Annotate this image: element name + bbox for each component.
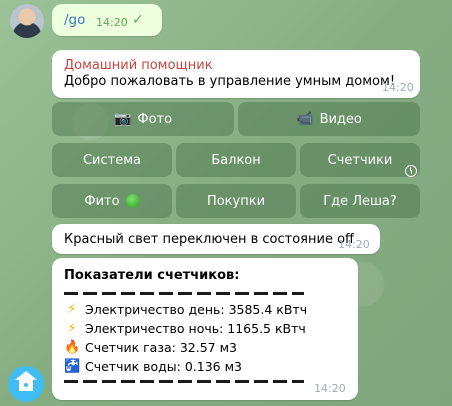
button-label: Балкон [211, 152, 261, 168]
sender-name[interactable]: Домашний помощник [64, 58, 213, 73]
faucet-icon: 🚰 [64, 359, 81, 374]
lightning-icon: ⚡ [67, 302, 77, 317]
check-icon: ✓ [132, 12, 144, 28]
message-time: 14:20 [314, 382, 346, 395]
message-text: Добро пожаловать в управление умным домо… [64, 74, 396, 89]
fire-icon: 🔥 [64, 340, 81, 355]
divider [64, 380, 304, 383]
where-is-lesha-button[interactable]: Где Леша? [300, 184, 420, 218]
camera-icon: 📷 [113, 111, 132, 127]
button-label: Счетчики [327, 152, 393, 168]
meter-line: ⚡ Электричество ночь: 1165.5 кВтч [64, 321, 306, 336]
meter-text: Электричество ночь: 1165.5 кВтч [85, 321, 306, 336]
button-label: Система [82, 152, 142, 168]
phyto-button[interactable]: Фито [52, 184, 172, 218]
meter-line: 🚰 Счетчик воды: 0.136 м3 [64, 359, 242, 374]
video-camera-icon: 📹 [296, 111, 314, 127]
light-status-message[interactable]: Красный свет переключен в состояние off … [52, 224, 380, 254]
message-text: Красный свет переключен в состояние off [64, 232, 354, 247]
balcony-button[interactable]: Балкон [176, 143, 296, 177]
clock-icon [405, 165, 417, 177]
button-label: Где Леша? [323, 193, 397, 209]
button-label: Видео [319, 111, 362, 127]
button-label: Фото [137, 111, 173, 127]
meters-message[interactable]: Показатели счетчиков: ⚡ Электричество де… [52, 258, 358, 400]
system-button[interactable]: Система [52, 143, 172, 177]
home-icon [15, 371, 37, 393]
meter-line: ⚡ Электричество день: 3585.4 кВтч [64, 302, 307, 317]
message-time: 14:20 [382, 81, 414, 94]
shopping-button[interactable]: Покупки [176, 184, 296, 218]
bot-avatar[interactable] [8, 366, 44, 402]
meter-line: 🔥 Счетчик газа: 32.57 м3 [64, 340, 237, 355]
meter-text: Счетчик воды: 0.136 м3 [85, 359, 242, 374]
meter-text: Электричество день: 3585.4 кВтч [85, 302, 308, 317]
meters-title: Показатели счетчиков: [64, 268, 240, 283]
greeting-message[interactable]: Домашний помощник Добро пожаловать в упр… [52, 50, 420, 98]
message-time: 14:20 [96, 16, 128, 29]
message-time: 14:20 [338, 238, 370, 251]
video-button[interactable]: 📹 Видео [238, 102, 420, 136]
lightning-icon: ⚡ [67, 321, 77, 336]
green-circle-icon [125, 194, 140, 208]
button-label: Фито [84, 193, 120, 209]
photo-button[interactable]: 📷 Фото [52, 102, 234, 136]
command-link[interactable]: /go [64, 12, 85, 28]
meter-text: Счетчик газа: 32.57 м3 [85, 340, 237, 355]
divider [64, 292, 304, 295]
counters-button[interactable]: Счетчики [300, 143, 420, 177]
user-avatar[interactable] [10, 4, 44, 38]
outgoing-message[interactable]: /go 14:20 ✓ [52, 4, 162, 36]
button-label: Покупки [206, 193, 266, 209]
